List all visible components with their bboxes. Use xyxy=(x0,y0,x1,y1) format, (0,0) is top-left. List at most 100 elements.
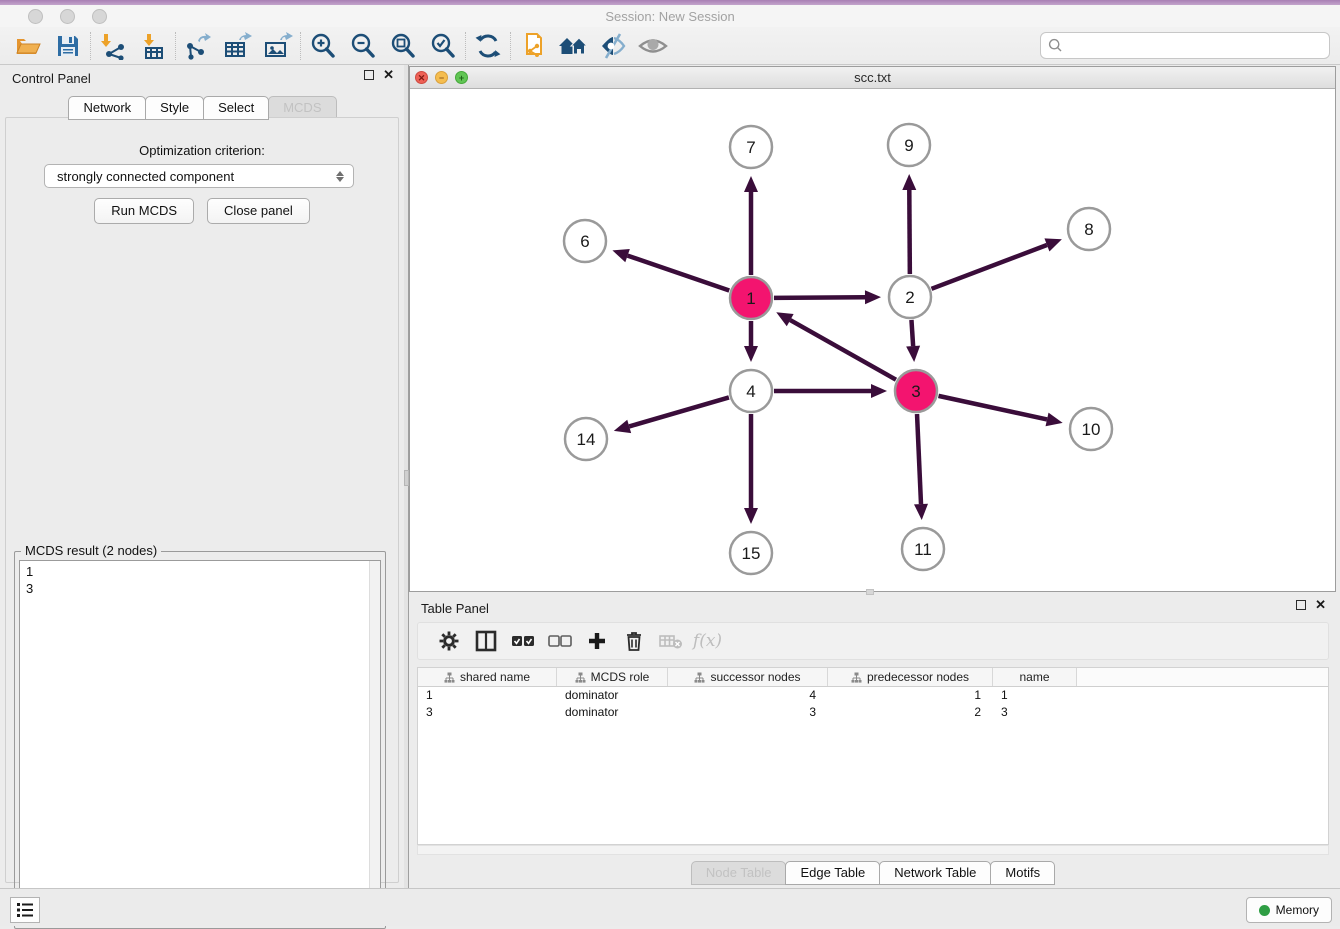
graph-node-2[interactable]: 2 xyxy=(889,276,931,318)
close-panel-button[interactable]: Close panel xyxy=(207,198,310,224)
graph-node-4[interactable]: 4 xyxy=(730,370,772,412)
tab-node-table[interactable]: Node Table xyxy=(691,861,787,885)
graph-edge-3-1[interactable] xyxy=(790,320,896,380)
column-header-predecessor-nodes[interactable]: predecessor nodes xyxy=(828,668,993,686)
zoom-fit-button[interactable] xyxy=(383,30,423,62)
import-network-button[interactable] xyxy=(93,30,133,62)
graph-node-3[interactable]: 3 xyxy=(895,370,937,412)
tab-style[interactable]: Style xyxy=(145,96,204,120)
graph-node-label: 1 xyxy=(746,289,755,308)
column-header-successor-nodes[interactable]: successor nodes xyxy=(668,668,828,686)
table-cell[interactable]: 1 xyxy=(828,687,993,704)
zoom-in-button[interactable] xyxy=(303,30,343,62)
column-header-filler xyxy=(1077,668,1328,686)
mcds-result-text[interactable]: 1 3 xyxy=(19,560,381,924)
graph-edge-2-3[interactable] xyxy=(911,320,913,346)
table-cell[interactable]: 4 xyxy=(668,687,828,704)
graph-edge-1-2[interactable] xyxy=(774,297,865,298)
home-view-button[interactable] xyxy=(553,30,593,62)
graph-node-10[interactable]: 10 xyxy=(1070,408,1112,450)
close-panel-icon[interactable]: ✕ xyxy=(1315,600,1326,610)
graph-edge-2-8[interactable] xyxy=(932,245,1047,289)
table-tabs: Node Table Edge Table Network Table Moti… xyxy=(409,861,1336,885)
memory-button[interactable]: Memory xyxy=(1246,897,1332,923)
search-input[interactable] xyxy=(1063,33,1329,58)
graph-node-7[interactable]: 7 xyxy=(730,126,772,168)
result-scrollbar[interactable] xyxy=(369,561,380,923)
column-header-label: MCDS role xyxy=(591,670,650,684)
run-mcds-button[interactable]: Run MCDS xyxy=(94,198,194,224)
home-icon xyxy=(557,33,589,59)
table-cell[interactable]: dominator xyxy=(557,687,668,704)
table-settings-button[interactable] xyxy=(430,626,467,656)
table-row[interactable]: 1dominator411 xyxy=(418,687,1328,704)
import-table-button[interactable] xyxy=(133,30,173,62)
zoom-out-button[interactable] xyxy=(343,30,383,62)
graph-edge-1-6[interactable] xyxy=(628,256,730,291)
close-panel-icon[interactable]: ✕ xyxy=(383,70,394,80)
graph-node-1[interactable]: 1 xyxy=(730,277,772,319)
zoom-selected-button[interactable] xyxy=(423,30,463,62)
table-cell[interactable]: 3 xyxy=(993,704,1077,721)
table-panel: Table Panel ✕ xyxy=(409,595,1336,886)
column-header-MCDS-role[interactable]: MCDS role xyxy=(557,668,668,686)
table-horizontal-scrollbar[interactable] xyxy=(417,845,1329,855)
window-titlebar[interactable]: Session: New Session xyxy=(0,5,1340,27)
refresh-layout-button[interactable] xyxy=(468,30,508,62)
graph-edge-2-9[interactable] xyxy=(909,190,910,274)
table-cell[interactable]: 1 xyxy=(993,687,1077,704)
hide-panels-button[interactable] xyxy=(593,30,633,62)
column-type-icon xyxy=(575,672,586,683)
zoom-out-icon xyxy=(349,32,377,60)
network-canvas[interactable]: 7 9 6 8 1 2 4 3 14 10 15 11 xyxy=(410,89,1335,591)
export-table-button[interactable] xyxy=(218,30,258,62)
tab-edge-table[interactable]: Edge Table xyxy=(785,861,880,885)
table-cell[interactable]: dominator xyxy=(557,704,668,721)
tab-network-table[interactable]: Network Table xyxy=(879,861,991,885)
save-session-button[interactable] xyxy=(48,30,88,62)
float-panel-icon[interactable] xyxy=(1296,600,1306,610)
tab-network[interactable]: Network xyxy=(68,96,146,120)
graph-edge-3-11[interactable] xyxy=(917,414,921,504)
table-cell[interactable]: 2 xyxy=(828,704,993,721)
table-cell[interactable]: 1 xyxy=(418,687,557,704)
clone-network-button[interactable] xyxy=(513,30,553,62)
export-image-button[interactable] xyxy=(258,30,298,62)
show-column-panel-button[interactable] xyxy=(467,626,504,656)
add-column-button[interactable] xyxy=(578,626,615,656)
control-panel-title: Control Panel xyxy=(12,71,91,86)
table-row[interactable]: 3dominator323 xyxy=(418,704,1328,721)
function-builder-button[interactable]: f(x) xyxy=(689,626,726,656)
table-cell[interactable]: 3 xyxy=(418,704,557,721)
graph-edge-3-10[interactable] xyxy=(938,396,1047,420)
network-window-titlebar[interactable]: ✕ − + scc.txt xyxy=(410,67,1335,89)
graph-node-11[interactable]: 11 xyxy=(902,528,944,570)
search-field[interactable] xyxy=(1040,32,1330,59)
open-session-button[interactable] xyxy=(8,30,48,62)
select-all-button[interactable] xyxy=(504,626,541,656)
graph-node-8[interactable]: 8 xyxy=(1068,208,1110,250)
node-table[interactable]: shared name MCDS role successor nodes pr… xyxy=(417,667,1329,845)
delete-selected-button[interactable] xyxy=(615,626,652,656)
tab-select[interactable]: Select xyxy=(203,96,269,120)
column-header-label: name xyxy=(1019,670,1049,684)
memory-status-icon xyxy=(1259,905,1270,916)
column-header-name[interactable]: name xyxy=(993,668,1077,686)
optimization-criterion-select[interactable]: strongly connected component xyxy=(44,164,354,188)
graph-node-15[interactable]: 15 xyxy=(730,532,772,574)
graph-edge-4-14[interactable] xyxy=(629,397,729,426)
graph-node-9[interactable]: 9 xyxy=(888,124,930,166)
export-network-button[interactable] xyxy=(178,30,218,62)
toolbar-separator xyxy=(510,32,511,60)
column-header-shared-name[interactable]: shared name xyxy=(418,668,557,686)
float-panel-icon[interactable] xyxy=(364,70,374,80)
graph-node-6[interactable]: 6 xyxy=(564,220,606,262)
tab-motifs[interactable]: Motifs xyxy=(990,861,1055,885)
network-graph[interactable]: 7 9 6 8 1 2 4 3 14 10 15 11 xyxy=(410,89,1335,591)
show-eye-button[interactable] xyxy=(633,30,673,62)
delete-column-button[interactable] xyxy=(652,626,689,656)
task-history-button[interactable] xyxy=(10,897,40,923)
table-cell[interactable]: 3 xyxy=(668,704,828,721)
deselect-all-button[interactable] xyxy=(541,626,578,656)
graph-node-14[interactable]: 14 xyxy=(565,418,607,460)
